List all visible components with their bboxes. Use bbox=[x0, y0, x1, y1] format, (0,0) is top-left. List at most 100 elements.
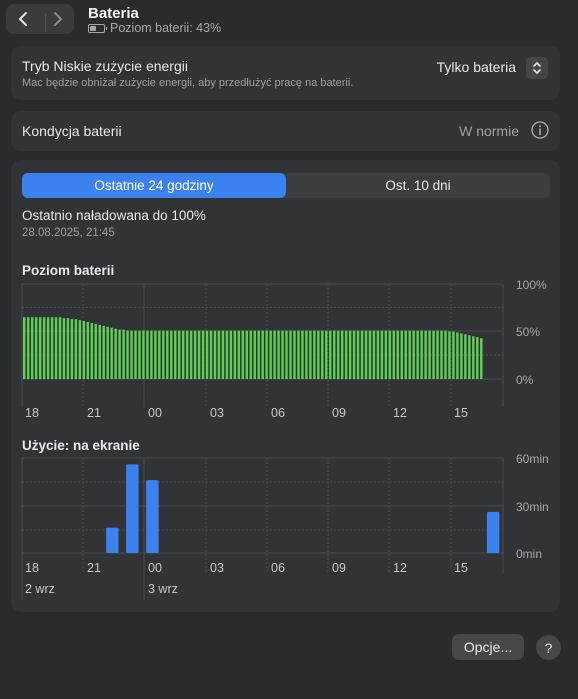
forward-button[interactable] bbox=[42, 6, 74, 32]
battery-charts: 100% 50% 0% 18 21 00 03 06 09 12 15 60min 30min 0min 1… bbox=[21, 278, 549, 600]
help-button[interactable]: ? bbox=[536, 635, 561, 660]
battery-level-bar bbox=[126, 330, 129, 379]
battery-level-bar bbox=[229, 330, 233, 379]
battery-level-bar bbox=[66, 318, 70, 379]
battery-level-bar bbox=[34, 317, 38, 379]
battery-level-bar bbox=[352, 330, 356, 379]
battery-level-bar bbox=[277, 330, 280, 379]
battery-level-bar bbox=[233, 330, 237, 379]
battery-level-bar bbox=[285, 330, 288, 379]
battery-history-card: Ostatnie 24 godziny Ost. 10 dni Ostatnio… bbox=[11, 160, 560, 612]
battery-level-bar bbox=[293, 330, 296, 379]
usage-y-tick-label: 0min bbox=[516, 547, 542, 561]
battery-level-bar bbox=[360, 330, 364, 379]
battery-level-bar bbox=[134, 330, 137, 379]
battery-level-bar bbox=[336, 330, 340, 379]
battery-y-tick-label: 0% bbox=[516, 373, 534, 387]
window-header: Bateria Poziom baterii: 43% bbox=[0, 0, 578, 44]
battery-level-bar bbox=[150, 330, 153, 379]
battery-level-bar bbox=[170, 330, 173, 379]
battery-level-bar bbox=[110, 327, 113, 379]
battery-level-bar bbox=[392, 330, 396, 379]
battery-level-bar bbox=[166, 330, 169, 379]
battery-level-bar bbox=[225, 330, 229, 379]
battery-level-bar bbox=[257, 330, 260, 379]
options-button[interactable]: Opcje... bbox=[452, 634, 524, 660]
low-power-selected-value[interactable]: Tylko bateria bbox=[437, 59, 516, 75]
battery-level-bar bbox=[245, 330, 249, 379]
battery-level-bar bbox=[424, 330, 427, 379]
battery-level-bar bbox=[460, 333, 463, 379]
battery-level-bar bbox=[273, 330, 276, 379]
battery-level-bar bbox=[30, 317, 34, 379]
battery-level-bar bbox=[142, 330, 145, 379]
battery-level-bar bbox=[269, 330, 272, 379]
battery-level-text: Poziom baterii: 43% bbox=[110, 21, 222, 35]
battery-level-bar bbox=[209, 330, 213, 379]
battery-level-bar bbox=[54, 317, 58, 379]
battery-icon bbox=[88, 23, 107, 33]
low-power-description: Mac będzie obniżał zużycie energii, aby … bbox=[22, 77, 354, 89]
battery-level-bar bbox=[472, 336, 475, 379]
battery-level-bar bbox=[23, 317, 26, 379]
battery-level-bar bbox=[313, 330, 316, 379]
battery-level-bar bbox=[396, 330, 400, 379]
battery-level-bar bbox=[408, 330, 411, 379]
battery-level-bar bbox=[38, 317, 42, 379]
usage-y-tick-label: 30min bbox=[516, 500, 549, 514]
battery-level-bar bbox=[26, 317, 30, 379]
battery-level-bar bbox=[201, 330, 205, 379]
battery-level-subtitle: Poziom baterii: 43% bbox=[88, 21, 221, 35]
info-icon[interactable] bbox=[531, 121, 549, 139]
usage-date-label: 3 wrz bbox=[148, 582, 178, 596]
battery-level-bar bbox=[372, 330, 376, 379]
battery-level-bar bbox=[448, 331, 451, 379]
battery-level-bar bbox=[122, 329, 125, 379]
battery-level-bar bbox=[384, 330, 388, 379]
battery-level-bar bbox=[146, 330, 149, 379]
usage-bar bbox=[486, 511, 500, 553]
battery-level-bar bbox=[138, 330, 141, 379]
battery-level-bar bbox=[74, 319, 78, 379]
usage-y-tick-label: 60min bbox=[516, 452, 549, 466]
battery-level-bar bbox=[177, 330, 181, 379]
battery-level-bar bbox=[82, 321, 86, 379]
battery-level-bar bbox=[174, 330, 177, 379]
battery-level-bar bbox=[58, 317, 62, 379]
back-button[interactable] bbox=[7, 6, 39, 32]
battery-health-value: W normie bbox=[459, 123, 519, 139]
battery-level-bar bbox=[118, 329, 121, 379]
battery-level-bar bbox=[368, 330, 372, 379]
usage-x-tick-label: 06 bbox=[271, 561, 285, 575]
usage-x-tick-label: 00 bbox=[148, 561, 162, 575]
battery-level-bar bbox=[249, 330, 252, 379]
battery-level-bar bbox=[380, 330, 384, 379]
battery-level-bar bbox=[241, 330, 245, 379]
battery-x-tick-label: 03 bbox=[210, 406, 224, 420]
battery-x-tick-label: 00 bbox=[148, 406, 162, 420]
battery-level-bar bbox=[444, 330, 447, 379]
battery-x-tick-label: 12 bbox=[393, 406, 407, 420]
battery-level-bar bbox=[468, 335, 471, 379]
battery-level-bar bbox=[476, 337, 479, 379]
battery-level-bar bbox=[325, 330, 328, 379]
battery-level-bar bbox=[305, 330, 308, 379]
battery-x-tick-label: 21 bbox=[87, 406, 101, 420]
battery-level-bar bbox=[94, 323, 97, 379]
battery-level-bar bbox=[90, 322, 94, 379]
battery-level-bar bbox=[388, 330, 392, 379]
battery-level-bar bbox=[265, 330, 268, 379]
battery-level-bar bbox=[329, 330, 332, 379]
battery-level-bar bbox=[217, 330, 221, 379]
battery-level-bar bbox=[480, 338, 483, 379]
battery-level-bar bbox=[412, 330, 415, 379]
battery-level-bar bbox=[317, 330, 320, 379]
usage-date-label: 2 wrz bbox=[25, 582, 55, 596]
battery-level-bar bbox=[452, 331, 455, 379]
battery-x-tick-label: 15 bbox=[454, 406, 468, 420]
battery-level-bar bbox=[428, 330, 431, 379]
low-power-popup-button[interactable] bbox=[526, 57, 548, 79]
usage-bar bbox=[106, 527, 119, 553]
usage-bar bbox=[146, 480, 159, 553]
battery-level-bar bbox=[261, 330, 264, 379]
